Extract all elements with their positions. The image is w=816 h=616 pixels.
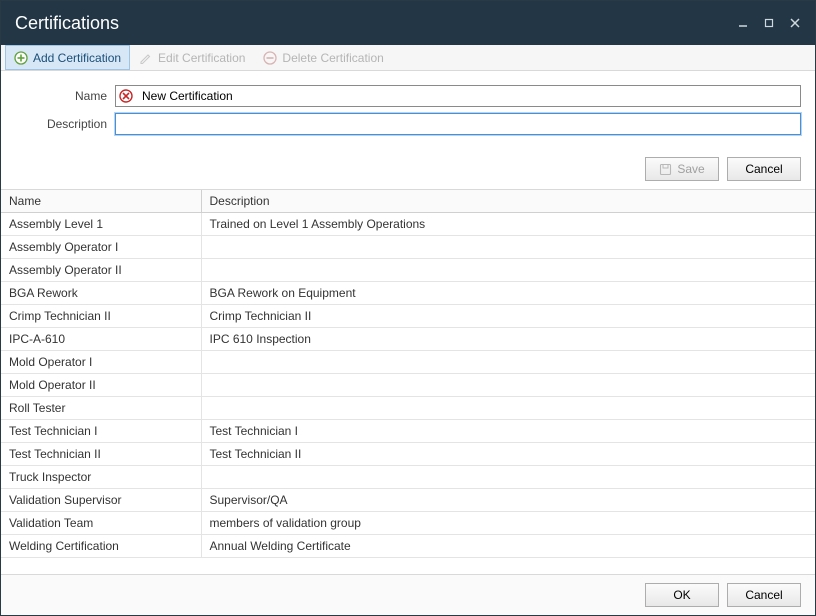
table-row[interactable]: IPC-A-610IPC 610 Inspection [1,328,815,351]
cancel-button[interactable]: Cancel [727,157,801,181]
cell-description: Supervisor/QA [201,489,815,512]
error-icon [119,89,133,103]
footer: OK Cancel [1,574,815,615]
cell-name: BGA Rework [1,282,201,305]
save-button[interactable]: Save [645,157,719,181]
toolbar-label: Delete Certification [282,51,383,65]
cell-description [201,374,815,397]
column-header-description[interactable]: Description [201,190,815,213]
column-header-name[interactable]: Name [1,190,201,213]
description-input[interactable] [115,113,801,135]
window-title: Certifications [15,13,737,34]
table-row[interactable]: Validation SupervisorSupervisor/QA [1,489,815,512]
cell-description [201,236,815,259]
cell-name: Welding Certification [1,535,201,558]
cell-name: Validation Team [1,512,201,535]
cell-name: Test Technician I [1,420,201,443]
button-label: Save [677,162,704,176]
cell-description [201,351,815,374]
cell-name: Truck Inspector [1,466,201,489]
button-label: OK [673,588,690,602]
table-row[interactable]: Truck Inspector [1,466,815,489]
name-input[interactable] [115,85,801,107]
button-label: Cancel [745,588,782,602]
cell-description [201,397,815,420]
add-certification-button[interactable]: Add Certification [5,45,130,70]
table-row[interactable]: Mold Operator II [1,374,815,397]
minus-icon [263,51,277,65]
cell-name: Mold Operator II [1,374,201,397]
name-label: Name [15,89,115,103]
certifications-grid[interactable]: Name Description Assembly Level 1Trained… [1,189,815,574]
cell-name: Test Technician II [1,443,201,466]
cell-name: Assembly Operator II [1,259,201,282]
plus-icon [14,51,28,65]
table-row[interactable]: Assembly Operator II [1,259,815,282]
minimize-button[interactable] [737,17,749,29]
window: Certifications Add Certification Edit Ce… [0,0,816,616]
cell-description: Trained on Level 1 Assembly Operations [201,213,815,236]
window-controls [737,17,801,29]
edit-certification-button[interactable]: Edit Certification [130,45,254,70]
save-icon [659,163,672,176]
form-buttons: Save Cancel [1,151,815,189]
cell-description: BGA Rework on Equipment [201,282,815,305]
maximize-button[interactable] [763,17,775,29]
description-label: Description [15,117,115,131]
cell-name: IPC-A-610 [1,328,201,351]
titlebar: Certifications [1,1,815,45]
toolbar-label: Edit Certification [158,51,245,65]
toolbar: Add Certification Edit Certification Del… [1,45,815,71]
cell-name: Mold Operator I [1,351,201,374]
cell-description [201,466,815,489]
table-row[interactable]: Validation Teammembers of validation gro… [1,512,815,535]
delete-certification-button[interactable]: Delete Certification [254,45,392,70]
cell-description: Test Technician I [201,420,815,443]
table-header-row: Name Description [1,190,815,213]
table-row[interactable]: Assembly Operator I [1,236,815,259]
footer-cancel-button[interactable]: Cancel [727,583,801,607]
cell-description: Test Technician II [201,443,815,466]
table-row[interactable]: Welding CertificationAnnual Welding Cert… [1,535,815,558]
cell-description: Crimp Technician II [201,305,815,328]
cell-name: Crimp Technician II [1,305,201,328]
cell-description: members of validation group [201,512,815,535]
table-row[interactable]: Test Technician IITest Technician II [1,443,815,466]
form-row-name: Name [15,85,801,107]
pencil-icon [139,51,153,65]
form-area: Name Description [1,71,815,151]
cell-name: Validation Supervisor [1,489,201,512]
cell-name: Assembly Operator I [1,236,201,259]
cell-description: IPC 610 Inspection [201,328,815,351]
table-row[interactable]: Crimp Technician IICrimp Technician II [1,305,815,328]
cell-description: Annual Welding Certificate [201,535,815,558]
cell-name: Roll Tester [1,397,201,420]
close-button[interactable] [789,17,801,29]
ok-button[interactable]: OK [645,583,719,607]
table-row[interactable]: Roll Tester [1,397,815,420]
table-row[interactable]: Test Technician ITest Technician I [1,420,815,443]
table-row[interactable]: Mold Operator I [1,351,815,374]
table-row[interactable]: Assembly Level 1Trained on Level 1 Assem… [1,213,815,236]
cell-description [201,259,815,282]
cell-name: Assembly Level 1 [1,213,201,236]
button-label: Cancel [745,162,782,176]
certifications-table: Name Description Assembly Level 1Trained… [1,190,815,558]
form-row-description: Description [15,113,801,135]
table-row[interactable]: BGA ReworkBGA Rework on Equipment [1,282,815,305]
toolbar-label: Add Certification [33,51,121,65]
